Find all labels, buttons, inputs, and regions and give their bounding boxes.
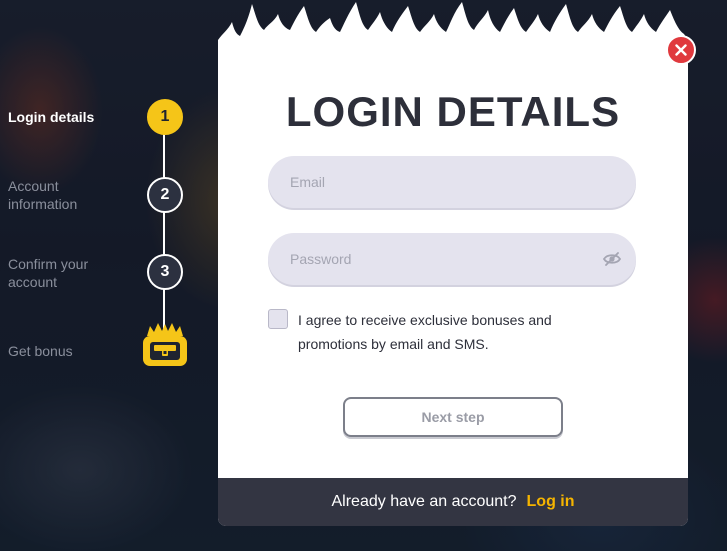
step-label-get-bonus: Get bonus <box>8 343 73 359</box>
consent-text: I agree to receive exclusive bonuses and… <box>298 312 552 352</box>
step-1-circle: 1 <box>147 99 183 135</box>
step-label-login-details: Login details <box>8 109 95 125</box>
stepper-line <box>163 134 165 344</box>
next-step-button[interactable]: Next step <box>343 397 563 437</box>
footer-text: Already have an account? <box>331 493 517 510</box>
hide-password-icon[interactable] <box>602 249 622 269</box>
step-2-circle: 2 <box>147 177 183 213</box>
email-input[interactable] <box>268 156 636 208</box>
password-field <box>268 233 636 285</box>
close-button[interactable] <box>666 35 696 65</box>
login-link[interactable]: Log in <box>527 493 575 511</box>
modal-title: LOGIN DETAILS <box>285 88 621 135</box>
step-label-account-information: Account information <box>8 178 78 212</box>
close-icon <box>675 44 687 56</box>
password-input[interactable] <box>268 233 636 285</box>
step-label-confirm-account: Confirm your account <box>8 256 89 290</box>
registration-stepper: Login details 1 Account information 2 Co… <box>0 0 200 400</box>
consent-checkbox[interactable] <box>268 309 288 329</box>
modal-footer: Already have an account? Log in <box>218 478 688 526</box>
flame-decoration <box>218 2 688 52</box>
treasure-chest-icon <box>143 323 187 366</box>
login-details-modal: LOGIN DETAILS I agree to receive exclusi… <box>218 50 688 526</box>
step-3-circle: 3 <box>147 254 183 290</box>
email-field <box>268 156 636 208</box>
